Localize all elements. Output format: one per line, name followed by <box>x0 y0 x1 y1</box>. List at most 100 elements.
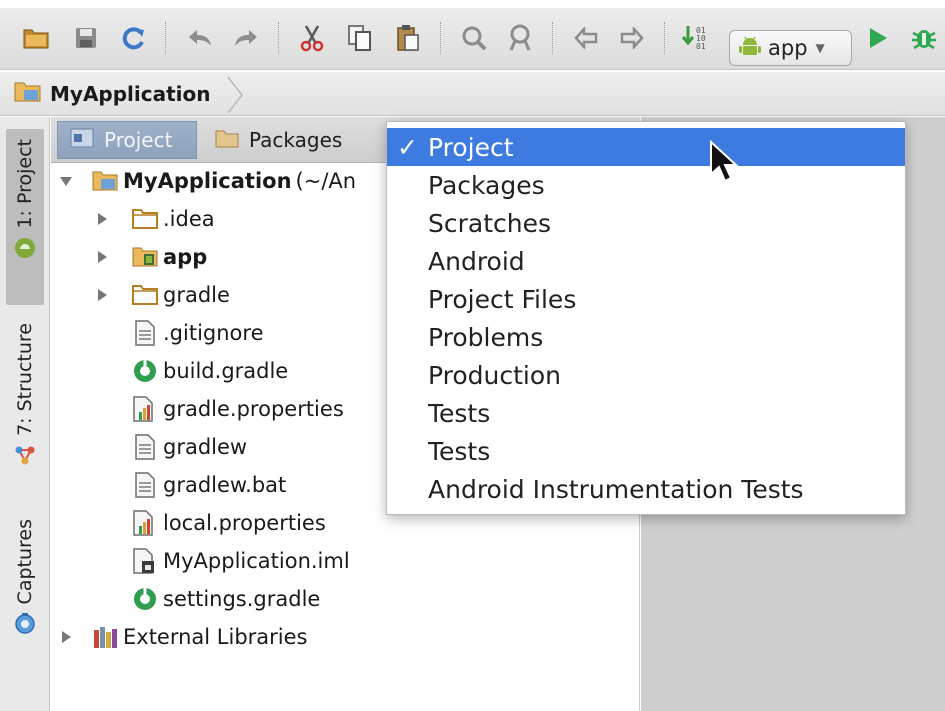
android-icon <box>14 237 36 263</box>
tree-row[interactable]: app <box>95 239 207 275</box>
menu-item-label: Packages <box>428 170 545 200</box>
replace-icon[interactable] <box>504 22 536 54</box>
tree-row[interactable]: MyApplication.iml <box>95 543 350 579</box>
menu-item-label: Project Files <box>428 284 577 314</box>
undo-icon[interactable] <box>184 22 216 54</box>
tree-root-row[interactable]: MyApplication (~/An <box>59 163 356 199</box>
properties-file-icon <box>131 395 159 423</box>
forward-icon[interactable] <box>616 22 648 54</box>
breadcrumb[interactable]: MyApplication <box>14 78 223 110</box>
menu-item-label: Tests <box>428 398 491 428</box>
collapsed-arrow-icon[interactable] <box>59 630 73 644</box>
tree-item-label: External Libraries <box>123 625 308 649</box>
captures-icon <box>14 612 36 638</box>
tree-indent <box>95 402 109 416</box>
menu-item[interactable]: Project Files <box>387 280 905 318</box>
library-icon <box>91 623 119 651</box>
tree-row[interactable]: settings.gradle <box>95 581 320 617</box>
tree-row[interactable]: .idea <box>95 201 215 237</box>
tree-root-path: (~/An <box>295 169 357 193</box>
tree-indent <box>95 364 109 378</box>
menu-item[interactable]: Production <box>387 356 905 394</box>
tool-tab-label: 7: Structure <box>14 323 36 436</box>
menu-item[interactable]: Scratches <box>387 204 905 242</box>
paste-icon[interactable] <box>392 22 424 54</box>
toolbar-separator <box>165 22 166 54</box>
structure-icon <box>14 444 36 470</box>
menu-item[interactable]: Android Instrumentation Tests <box>387 470 905 508</box>
tab-label: Packages <box>249 128 343 152</box>
collapsed-arrow-icon[interactable] <box>95 288 109 302</box>
redo-icon[interactable] <box>230 22 262 54</box>
collapsed-arrow-icon[interactable] <box>95 212 109 226</box>
menu-item[interactable]: Problems <box>387 318 905 356</box>
tool-tab-label: Captures <box>14 519 36 605</box>
debug-icon[interactable] <box>908 22 940 54</box>
navigation-bar: MyApplication <box>0 72 945 116</box>
tool-tab-project[interactable]: 1: Project <box>6 129 44 305</box>
tree-row[interactable]: .gitignore <box>95 315 264 351</box>
tree-root-label: MyApplication <box>123 169 292 193</box>
tool-tab-label: 1: Project <box>14 139 36 229</box>
checkmark-icon: ✓ <box>397 132 418 162</box>
tree-item-label: local.properties <box>163 511 326 535</box>
open-folder-icon[interactable] <box>20 22 52 54</box>
toolbar-separator <box>278 22 279 54</box>
expanded-arrow-icon[interactable] <box>59 174 73 188</box>
sync-icon[interactable] <box>118 22 150 54</box>
menu-item[interactable]: Tests <box>387 394 905 432</box>
toolbar-separator <box>440 22 441 54</box>
module-folder-icon <box>131 243 159 271</box>
tool-tab-captures[interactable]: Captures <box>6 509 44 659</box>
project-view-icon <box>70 128 94 153</box>
tree-indent <box>95 478 109 492</box>
back-icon[interactable] <box>570 22 602 54</box>
tree-row-external-libraries[interactable]: External Libraries <box>59 619 308 655</box>
tree-item-label: build.gradle <box>163 359 289 383</box>
android-icon <box>738 34 762 63</box>
folder-icon <box>131 205 159 233</box>
tree-indent <box>95 440 109 454</box>
tree-item-label: gradlew <box>163 435 248 459</box>
tree-row[interactable]: gradlew <box>95 429 247 465</box>
properties-file-icon <box>131 509 159 537</box>
toolbar-separator <box>664 22 665 54</box>
menu-item-label: Scratches <box>428 208 552 238</box>
menu-item[interactable]: Android <box>387 242 905 280</box>
tree-row[interactable]: build.gradle <box>95 353 288 389</box>
menu-item-label: Android <box>428 246 525 276</box>
tool-tab-structure[interactable]: 7: Structure <box>6 313 44 481</box>
run-configuration-dropdown[interactable]: app ▼ <box>729 30 852 66</box>
iml-file-icon <box>131 547 159 575</box>
svg-text:01: 01 <box>696 42 706 51</box>
tree-indent <box>95 326 109 340</box>
tab-project[interactable]: Project <box>57 121 197 159</box>
tree-item-label: app <box>163 245 208 269</box>
folder-icon <box>131 281 159 309</box>
copy-icon[interactable] <box>344 22 376 54</box>
menu-item[interactable]: Tests <box>387 432 905 470</box>
menu-item[interactable]: Packages <box>387 166 905 204</box>
tree-row[interactable]: gradle.properties <box>95 391 344 427</box>
tree-indent <box>95 516 109 530</box>
tree-item-label: settings.gradle <box>163 587 321 611</box>
menu-item[interactable]: ✓ Project <box>387 128 905 166</box>
tree-row[interactable]: gradlew.bat <box>95 467 286 503</box>
tab-packages[interactable]: Packages <box>203 121 369 159</box>
tool-window-strip: 1: Project 7: Structure Captures <box>0 117 50 711</box>
tree-indent <box>95 554 109 568</box>
collapsed-arrow-icon[interactable] <box>95 250 109 264</box>
tab-label: Project <box>104 128 173 152</box>
tree-item-label: .idea <box>163 207 215 231</box>
tree-row[interactable]: gradle <box>95 277 230 313</box>
save-icon[interactable] <box>70 22 102 54</box>
run-icon[interactable] <box>862 22 894 54</box>
tree-row[interactable]: local.properties <box>95 505 326 541</box>
toolbar-separator <box>552 22 553 54</box>
find-icon[interactable] <box>458 22 490 54</box>
text-file-icon <box>131 319 159 347</box>
cut-icon[interactable] <box>296 22 328 54</box>
text-file-icon <box>131 471 159 499</box>
gradle-file-icon <box>131 585 159 613</box>
make-project-icon[interactable]: 01 10 01 <box>680 22 712 54</box>
